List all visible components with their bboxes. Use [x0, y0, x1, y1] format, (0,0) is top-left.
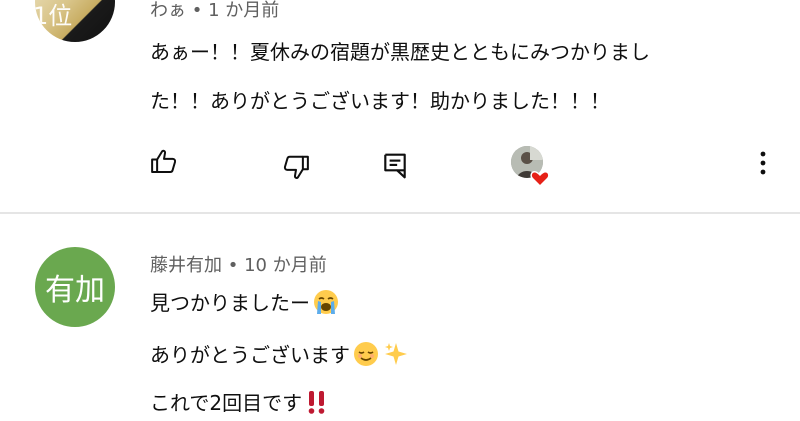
comment-author[interactable]: 藤井有加: [150, 255, 222, 276]
dislike-icon[interactable]: [281, 153, 311, 183]
creator-heart-icon[interactable]: [510, 146, 554, 190]
avatar[interactable]: 1位: [35, 0, 115, 42]
more-options-icon[interactable]: [753, 150, 773, 176]
like-icon[interactable]: [149, 147, 179, 177]
comment-text-line: これで2回目です: [150, 391, 303, 415]
comment-text-line-container: ありがとうございます: [150, 339, 410, 373]
avatar[interactable]: 有加: [35, 247, 115, 327]
comment-divider: [0, 212, 800, 214]
double-exclamation-icon: [304, 388, 330, 421]
comment-time[interactable]: 10 か月前: [244, 255, 327, 276]
relieved-face-icon: [352, 340, 380, 373]
loudly-crying-face-icon: [312, 288, 340, 321]
comment-author[interactable]: わぁ: [150, 0, 186, 21]
comment-time[interactable]: 1 か月前: [208, 0, 279, 21]
comment-text-line: 見つかりましたー: [150, 291, 310, 315]
meta-separator: •: [222, 255, 245, 276]
sparkles-icon: [382, 340, 410, 373]
meta-separator: •: [186, 0, 209, 21]
comment-meta: わぁ • 1 か月前: [150, 0, 279, 22]
reply-icon[interactable]: [382, 152, 408, 180]
comment-text-line: た！！ありがとうございます！助かりました！！！: [150, 89, 610, 113]
avatar-text: 1位: [35, 2, 73, 30]
comment-text-line-container: これで2回目です: [150, 387, 330, 421]
comment-meta: 藤井有加 • 10 か月前: [150, 251, 327, 277]
comment-text-line-container: 見つかりましたー: [150, 287, 340, 321]
comment-text-line: ありがとうございます: [150, 343, 350, 367]
avatar-text: 有加: [45, 273, 105, 308]
comment-text-line: あぁー！！夏休みの宿題が黒歴史とともにみつかりまし: [150, 40, 650, 64]
